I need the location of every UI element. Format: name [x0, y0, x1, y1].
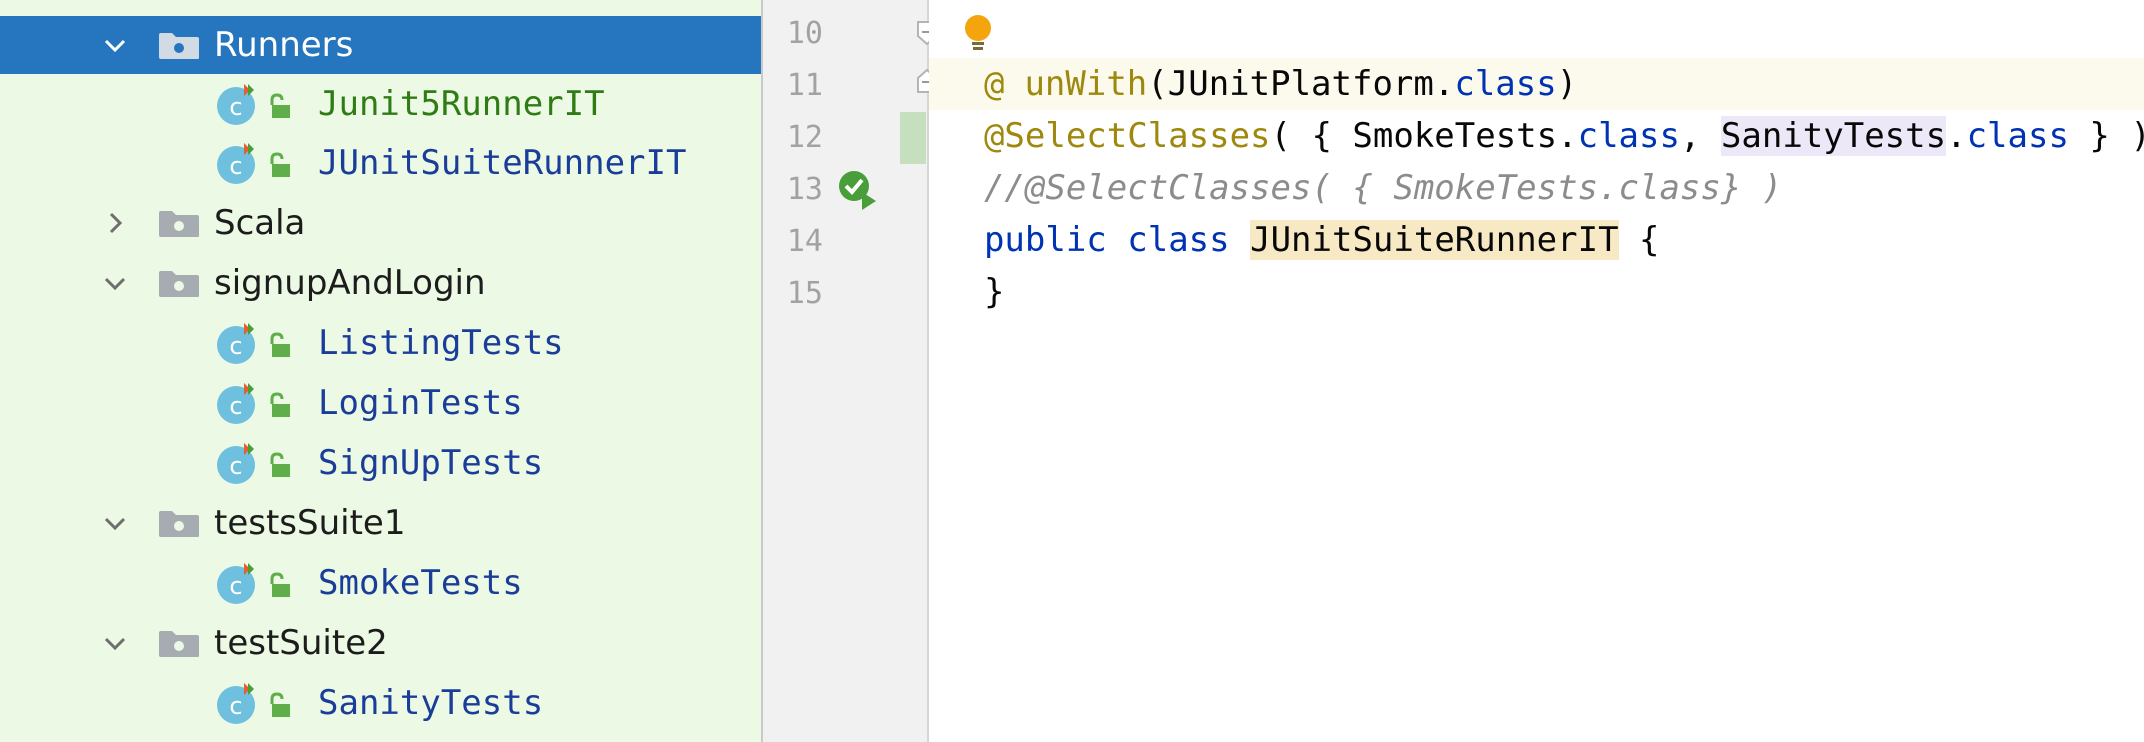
run-test-icon[interactable] — [836, 168, 880, 212]
class-c-icon: c — [214, 381, 258, 425]
class-c-icon: c — [214, 681, 258, 725]
folder-icon — [158, 32, 200, 60]
svg-text:c: c — [229, 572, 242, 600]
tree-item-label: SignUpTests — [318, 443, 544, 483]
lock-icon — [266, 332, 292, 358]
tree-item-junit5runnerit[interactable]: c Junit5RunnerIT — [0, 75, 762, 133]
tree-item-logintests[interactable]: c LoginTests — [0, 374, 762, 432]
tree-item-label: Runners — [214, 25, 354, 65]
brace: } — [983, 272, 1005, 312]
line-number: 12 — [786, 120, 823, 155]
class-c-icon: c — [214, 82, 258, 126]
chevron-down-icon[interactable] — [104, 272, 126, 294]
tree-item-label: JUnitSuiteRunnerIT — [318, 143, 687, 183]
line-number: 11 — [786, 68, 823, 103]
tree-item-smoketests[interactable]: c SmokeTests — [0, 554, 762, 612]
tree-item-listingtests[interactable]: c ListingTests — [0, 314, 762, 372]
chevron-down-icon[interactable] — [104, 34, 126, 56]
project-tree: Runners c Junit5RunnerIT c JUnitSuiteRun… — [0, 0, 762, 742]
svg-text:c: c — [229, 332, 242, 360]
lock-icon — [266, 452, 292, 478]
svg-text:c: c — [229, 152, 242, 180]
tree-item-junitsuiterunnerit[interactable]: c JUnitSuiteRunnerIT — [0, 134, 762, 192]
tree-item-label: ListingTests — [318, 323, 564, 363]
chevron-right-icon[interactable] — [104, 212, 126, 234]
line-number: 15 — [786, 276, 823, 311]
tree-item-label: SmokeTests — [318, 563, 523, 603]
brace: { — [1618, 220, 1660, 260]
tree-item-label: SanityTests — [318, 683, 544, 723]
tree-item-label: signupAndLogin — [214, 263, 486, 303]
lock-icon — [266, 572, 292, 598]
tree-item-label: testSuite2 — [214, 623, 388, 663]
chevron-down-icon[interactable] — [104, 632, 126, 654]
intention-bulb-icon[interactable] — [962, 14, 994, 52]
line-number: 13 — [786, 172, 823, 207]
svg-text:c: c — [229, 452, 242, 480]
class-c-icon: c — [214, 321, 258, 365]
lock-icon — [266, 93, 292, 119]
keyword: class — [1966, 116, 2069, 156]
tree-item-label: Scala — [214, 203, 306, 243]
chevron-down-icon[interactable] — [104, 512, 126, 534]
keyword: class — [1127, 220, 1230, 260]
tree-item-sanitytests[interactable]: c SanityTests — [0, 674, 762, 732]
lock-icon — [266, 392, 292, 418]
folder-icon — [158, 630, 200, 658]
class-c-icon: c — [214, 141, 258, 185]
line-number: 10 — [786, 16, 823, 51]
lock-icon — [266, 692, 292, 718]
tree-item-label: LoginTests — [318, 383, 523, 423]
line-number: 14 — [786, 224, 823, 259]
code-line-13[interactable]: public class JUnitSuiteRunnerIT { — [943, 162, 1660, 266]
svg-text:c: c — [229, 692, 242, 720]
svg-text:c: c — [229, 93, 242, 121]
code-token: } ) — [2068, 116, 2144, 156]
tree-item-label: Junit5RunnerIT — [318, 84, 605, 124]
dot: . — [1946, 116, 1967, 156]
code-line-14[interactable]: } — [943, 214, 1004, 318]
tree-item-scala[interactable]: Scala — [0, 194, 762, 252]
class-c-icon: c — [214, 441, 258, 485]
tree-item-signupandlogin[interactable]: signupAndLogin — [0, 254, 762, 312]
tree-item-testssuite1[interactable]: testsSuite1 — [0, 494, 762, 552]
vcs-change-marker[interactable] — [900, 112, 926, 164]
svg-text:c: c — [229, 392, 242, 420]
folder-icon — [158, 510, 200, 538]
folder-icon — [158, 270, 200, 298]
lock-icon — [266, 152, 292, 178]
class-c-icon: c — [214, 561, 258, 605]
tree-item-runners[interactable]: Runners — [0, 16, 762, 74]
tree-item-testsuite2[interactable]: testSuite2 — [0, 614, 762, 672]
folder-icon — [158, 210, 200, 238]
tree-item-label: testsSuite1 — [214, 503, 406, 543]
class-name-highlight: JUnitSuiteRunnerIT — [1250, 220, 1619, 260]
tree-item-signuptests[interactable]: c SignUpTests — [0, 434, 762, 492]
